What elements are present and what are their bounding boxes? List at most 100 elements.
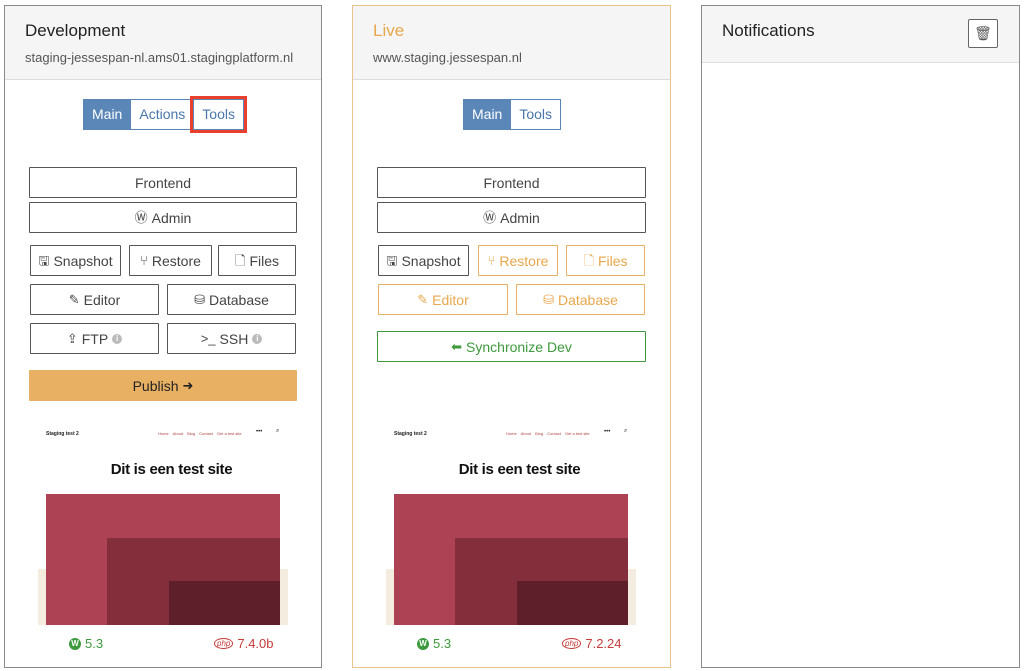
tab-main[interactable]: Main [463,99,512,130]
preview-nav-item: About [520,431,532,436]
preview-nav-item: Blog [187,431,196,436]
editor-button[interactable]: ✎ Editor [378,284,508,315]
preview-image-block [169,581,280,625]
php-icon: php [214,638,234,649]
wordpress-icon: W [69,637,81,650]
button-label: Database [208,291,269,308]
admin-button[interactable]: Ⓦ Admin [29,202,297,233]
button-label: Frontend [134,174,192,191]
tab-actions[interactable]: Actions [130,99,195,130]
arrow-circle-right-icon: ➜ [182,378,194,393]
search-icon: ⌕ [276,428,280,434]
preview-nav-item: Home [158,431,169,436]
panel-title: Development [25,21,126,40]
php-version: php 7.2.24 [562,636,622,651]
panel-title: Live [373,21,405,40]
frontend-button[interactable]: Frontend [377,167,646,198]
ssh-button[interactable]: >_ SSH i [167,323,296,354]
synchronize-dev-button[interactable]: ⬅ Synchronize Dev [377,331,646,362]
php-icon: php [562,638,582,649]
info-icon: i [112,333,123,344]
tab-tools[interactable]: Tools [510,99,562,130]
branch-icon: ⑂ [487,253,496,268]
button-label: Snapshot [53,252,113,269]
preview-nav: Home About Blog Contact Get a test site [506,431,590,436]
preview-nav-item: Contact [547,431,561,436]
tab-tools[interactable]: Tools [190,96,247,133]
wordpress-icon: Ⓦ [134,210,148,225]
button-label: Snapshot [401,252,461,269]
panel-url: www.staging.jessespan.nl [373,50,522,65]
preview-heading: Dit is een test site [458,461,581,478]
live-header: Live www.staging.jessespan.nl [353,6,670,80]
restore-button[interactable]: ⑂ Restore [478,245,558,276]
branch-icon: ⑂ [140,253,148,268]
more-icon: ••• [604,429,611,435]
admin-button[interactable]: Ⓦ Admin [377,202,646,233]
preview-brand: Staging test 2 [394,431,427,437]
arrow-circle-left-icon: ⬅ [451,339,463,354]
version-label: 5.3 [433,636,452,651]
preview-heading: Dit is een test site [110,461,233,478]
button-label: Publish [132,377,179,394]
info-icon: i [252,333,263,344]
button-label: Restore [499,252,549,269]
file-icon: 🗋 [583,253,594,268]
frontend-button[interactable]: Frontend [29,167,297,198]
site-preview[interactable]: Staging test 2 Home About Blog Contact G… [38,422,321,632]
tab-main[interactable]: Main [83,99,132,130]
panel-url: staging-jessespan-nl.ams01.stagingplatfo… [25,50,294,65]
tab-bar: Main Tools [463,99,562,130]
more-icon: ••• [256,429,263,435]
button-label: Restore [151,252,201,269]
edit-icon: ✎ [68,292,80,307]
preview-brand: Staging test 2 [46,431,79,437]
database-button[interactable]: ⛁ Database [516,284,645,315]
preview-nav: Home About Blog Contact Get a test site [158,431,242,436]
development-header: Development staging-jessespan-nl.ams01.s… [5,6,321,80]
preview-nav-item: Contact [199,431,213,436]
preview-nav-item: Home [506,431,517,436]
tab-bar: Main Actions Tools [83,96,247,133]
editor-button[interactable]: ✎ Editor [30,284,159,315]
notifications-panel: Notifications 🗑 [701,5,1020,668]
preview-nav-item: Blog [535,431,544,436]
publish-button[interactable]: Publish ➜ [29,370,297,401]
version-label: 7.4.0b [237,636,274,651]
restore-button[interactable]: ⑂ Restore [129,245,212,276]
php-version: php 7.4.0b [214,636,274,651]
preview-nav-item: Get a test site [216,431,242,436]
button-label: Admin [151,209,192,226]
upload-icon: ⇪ [66,331,78,346]
preview-image-block [517,581,628,625]
files-button[interactable]: 🗋 Files [218,245,296,276]
button-label: Frontend [483,174,540,191]
edit-icon: ✎ [417,292,429,307]
search-icon: ⌕ [624,428,628,434]
version-label: 5.3 [85,636,104,651]
wordpress-icon: W [417,637,429,650]
wordpress-icon: Ⓦ [483,210,497,225]
file-icon: 🗋 [234,253,246,268]
button-label: Admin [500,209,540,226]
save-icon: 🖫 [38,253,50,268]
button-label: Editor [432,291,469,308]
button-label: Database [557,291,618,308]
site-preview[interactable]: Staging test 2 Home About Blog Contact G… [386,422,670,632]
version-label: 7.2.24 [585,636,622,651]
terminal-icon: >_ [200,331,216,346]
wordpress-version: W 5.3 [69,636,103,651]
ftp-button[interactable]: ⇪ FTP i [30,323,159,354]
button-label: Files [597,252,628,269]
snapshot-button[interactable]: 🖫 Snapshot [30,245,121,276]
snapshot-button[interactable]: 🖫 Snapshot [378,245,469,276]
save-icon: 🖫 [386,253,398,268]
database-icon: ⛁ [194,292,205,307]
panel-title: Notifications [722,21,815,40]
database-button[interactable]: ⛁ Database [167,284,296,315]
files-button[interactable]: 🗋 Files [566,245,645,276]
preview-nav-item: About [172,431,184,436]
database-icon: ⛁ [543,292,554,307]
live-panel: Live www.staging.jessespan.nl Main Tools… [352,5,671,668]
clear-notifications-button[interactable]: 🗑 [968,19,998,48]
